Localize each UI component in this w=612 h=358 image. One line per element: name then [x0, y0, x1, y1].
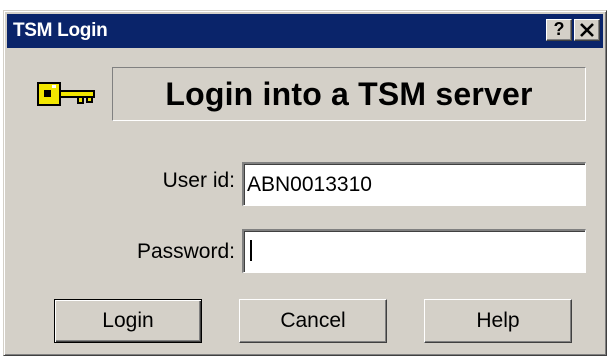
tsm-login-dialog: TSM Login ? Login into a TSM server User…: [3, 10, 607, 356]
text-caret: [250, 240, 252, 261]
close-icon: [580, 23, 594, 37]
cancel-button[interactable]: Cancel: [239, 299, 387, 343]
help-button[interactable]: Help: [424, 299, 572, 343]
user-id-field[interactable]: [242, 162, 586, 206]
close-title-button[interactable]: [574, 19, 600, 41]
password-label: Password:: [136, 240, 235, 263]
user-id-label: User id:: [162, 169, 235, 192]
title-bar[interactable]: TSM Login ?: [7, 14, 603, 48]
password-field[interactable]: [242, 229, 586, 273]
key-icon: [37, 82, 95, 106]
login-button[interactable]: Login: [54, 299, 202, 343]
login-banner: Login into a TSM server: [112, 67, 586, 121]
window-title: TSM Login: [13, 20, 108, 41]
help-title-button[interactable]: ?: [546, 19, 572, 41]
